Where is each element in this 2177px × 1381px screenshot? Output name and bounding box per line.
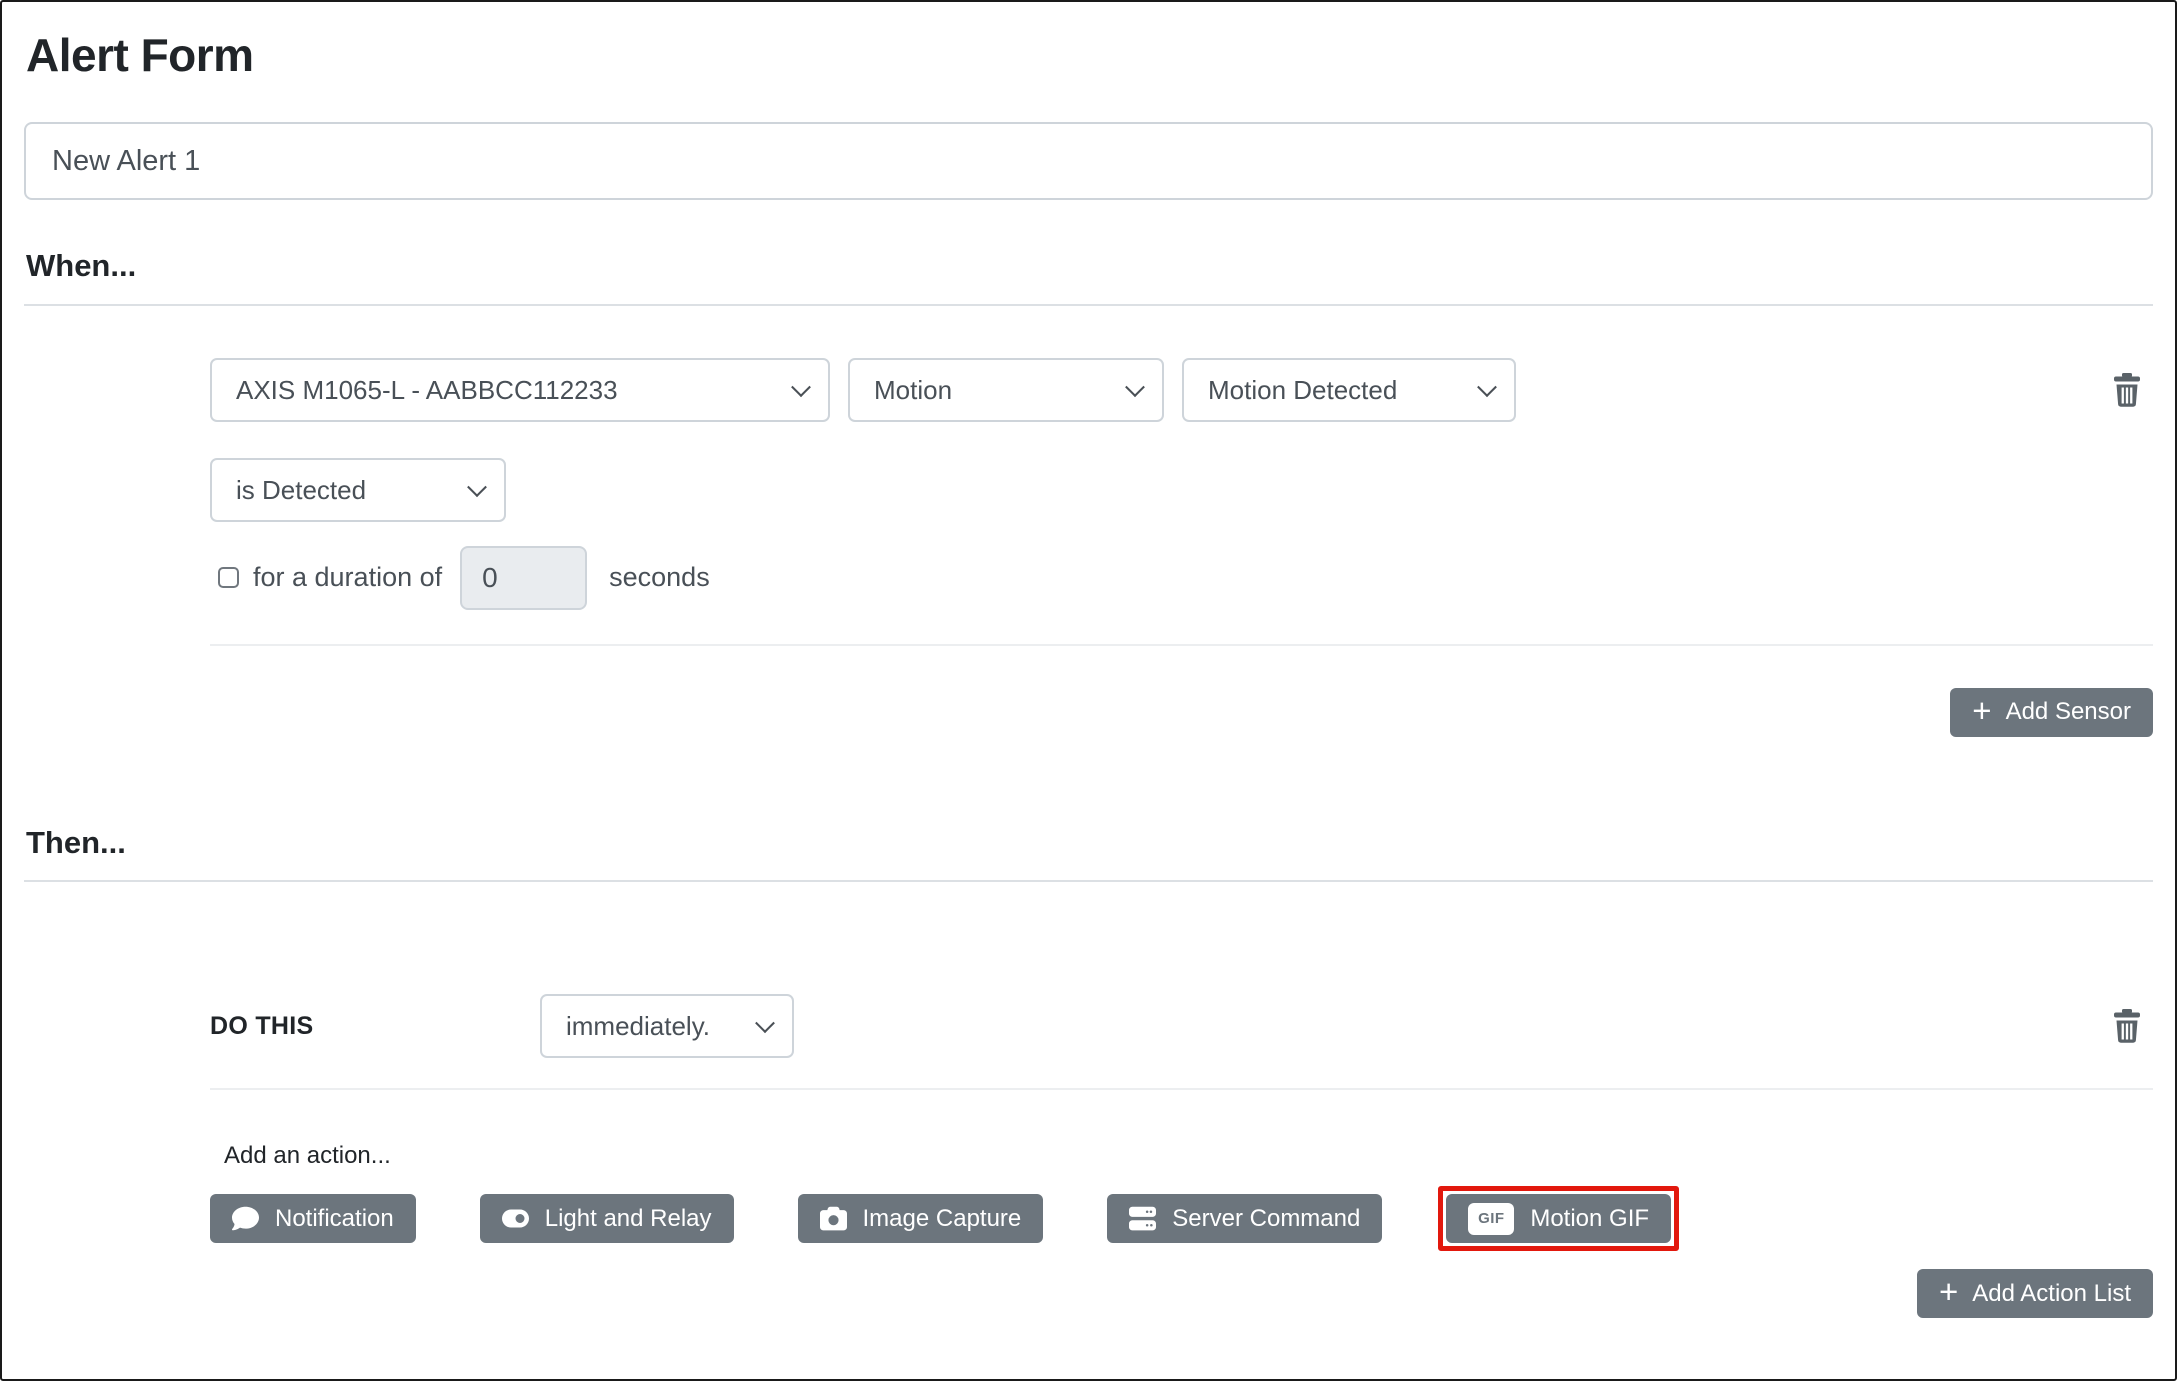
delete-action-list-button[interactable] xyxy=(2113,1009,2141,1043)
event-select-wrap: Motion Detected xyxy=(1182,358,1516,422)
then-heading: Then... xyxy=(26,825,2153,861)
add-action-list-label: Add Action List xyxy=(1972,1280,2131,1308)
timing-select[interactable]: immediately. xyxy=(540,994,794,1058)
condition-select-wrap: is Detected xyxy=(210,458,506,522)
image-capture-action-button[interactable]: Image Capture xyxy=(798,1194,1044,1243)
duration-row: for a duration of seconds xyxy=(210,546,2153,610)
sensor-select[interactable]: AXIS M1065-L - AABBCC112233 xyxy=(210,358,830,422)
add-action-label: Add an action... xyxy=(224,1142,2153,1170)
action-block: DO THIS immediately. Add an action. xyxy=(210,994,2153,1318)
trash-icon xyxy=(2113,1009,2141,1043)
timing-select-wrap: immediately. xyxy=(540,994,794,1058)
toggle-on-icon xyxy=(502,1205,529,1232)
duration-label: for a duration of xyxy=(253,562,442,593)
duration-unit-label: seconds xyxy=(609,562,710,593)
do-this-divider xyxy=(210,1088,2153,1090)
event-select[interactable]: Motion Detected xyxy=(1182,358,1516,422)
add-sensor-row: + Add Sensor xyxy=(210,688,2153,737)
motion-gif-action-button[interactable]: GIF Motion GIF xyxy=(1446,1194,1671,1243)
delete-sensor-button[interactable] xyxy=(2113,373,2141,407)
page-title: Alert Form xyxy=(26,28,2153,82)
motion-gif-highlight-border: GIF Motion GIF xyxy=(1438,1186,1679,1251)
plus-icon: + xyxy=(1972,694,1991,727)
sensor-row: AXIS M1065-L - AABBCC112233 Motion Motio… xyxy=(210,358,2153,422)
when-heading: When... xyxy=(26,248,2153,284)
plus-icon: + xyxy=(1939,1275,1958,1308)
add-action-list-button[interactable]: + Add Action List xyxy=(1917,1269,2153,1318)
camera-icon xyxy=(820,1205,847,1232)
metric-select-wrap: Motion xyxy=(848,358,1164,422)
duration-checkbox[interactable] xyxy=(218,567,239,588)
action-button-label: Image Capture xyxy=(863,1205,1022,1233)
duration-input[interactable] xyxy=(460,546,587,610)
gif-icon: GIF xyxy=(1468,1203,1514,1235)
alert-name-input[interactable] xyxy=(24,122,2153,200)
sensor-condition-block: AXIS M1065-L - AABBCC112233 Motion Motio… xyxy=(210,358,2153,737)
add-action-list-row: + Add Action List xyxy=(210,1269,2153,1318)
action-button-label: Motion GIF xyxy=(1530,1205,1649,1233)
notification-action-button[interactable]: Notification xyxy=(210,1194,416,1243)
alert-form-page: Alert Form When... AXIS M1065-L - AABBCC… xyxy=(0,0,2177,1381)
light-and-relay-action-button[interactable]: Light and Relay xyxy=(480,1194,734,1243)
action-button-label: Notification xyxy=(275,1205,394,1233)
sensor-block-divider xyxy=(210,644,2153,646)
add-sensor-button[interactable]: + Add Sensor xyxy=(1950,688,2153,737)
condition-row: is Detected xyxy=(210,458,2153,522)
action-button-label: Server Command xyxy=(1172,1205,1360,1233)
action-button-label: Light and Relay xyxy=(545,1205,712,1233)
add-sensor-label: Add Sensor xyxy=(2006,698,2131,726)
condition-select[interactable]: is Detected xyxy=(210,458,506,522)
trash-icon xyxy=(2113,373,2141,407)
comment-icon xyxy=(232,1205,259,1232)
server-icon xyxy=(1129,1205,1156,1232)
action-buttons-row: Notification Light and Relay Image Captu… xyxy=(210,1194,2153,1243)
do-this-label: DO THIS xyxy=(210,1012,540,1041)
sensor-select-wrap: AXIS M1065-L - AABBCC112233 xyxy=(210,358,830,422)
when-divider xyxy=(24,304,2153,306)
do-this-row: DO THIS immediately. xyxy=(210,994,2153,1058)
then-divider xyxy=(24,880,2153,882)
metric-select[interactable]: Motion xyxy=(848,358,1164,422)
server-command-action-button[interactable]: Server Command xyxy=(1107,1194,1382,1243)
